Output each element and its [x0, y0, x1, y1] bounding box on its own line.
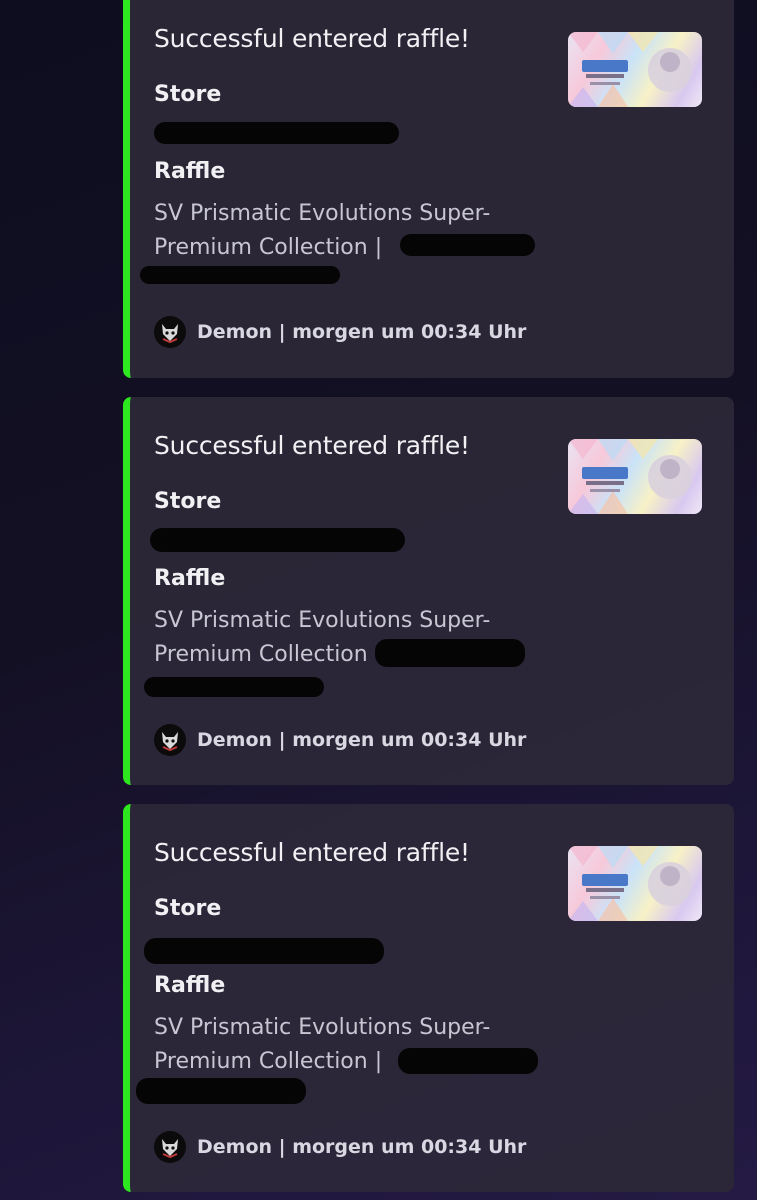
footer-text: Demon | morgen um 00:34 Uhr	[197, 321, 527, 343]
redacted-raffle-value	[375, 639, 525, 667]
raffle-field-label: Raffle	[154, 973, 226, 998]
product-thumbnail[interactable]	[568, 846, 702, 921]
raffle-embed: Successful entered raffle! Store Raffle …	[123, 804, 734, 1192]
raffle-field-label: Raffle	[154, 566, 226, 591]
redacted-store-value	[144, 938, 384, 964]
demon-avatar-icon[interactable]	[154, 724, 186, 756]
store-field-label: Store	[154, 82, 222, 107]
store-field-label: Store	[154, 896, 222, 921]
redacted-raffle-value	[398, 1048, 538, 1074]
demon-avatar-icon[interactable]	[154, 1131, 186, 1163]
raffle-embed: Successful entered raffle! Store Raffle …	[123, 397, 734, 785]
redacted-raffle-value	[136, 1078, 306, 1104]
store-field-label: Store	[154, 489, 222, 514]
redacted-raffle-value	[140, 266, 340, 284]
raffle-embed: Successful entered raffle! Store Raffle …	[123, 0, 734, 378]
redacted-raffle-value	[144, 677, 324, 697]
redacted-store-value	[154, 122, 399, 144]
redacted-raffle-value	[400, 234, 535, 256]
embed-footer: Demon | morgen um 00:34 Uhr	[154, 724, 526, 756]
embed-footer: Demon | morgen um 00:34 Uhr	[154, 316, 526, 348]
embed-title: Successful entered raffle!	[154, 431, 470, 460]
embed-title: Successful entered raffle!	[154, 24, 470, 53]
footer-text: Demon | morgen um 00:34 Uhr	[197, 729, 527, 751]
redacted-store-value	[150, 528, 405, 552]
demon-avatar-icon[interactable]	[154, 316, 186, 348]
raffle-field-label: Raffle	[154, 159, 226, 184]
footer-text: Demon | morgen um 00:34 Uhr	[197, 1136, 527, 1158]
product-thumbnail[interactable]	[568, 32, 702, 107]
product-thumbnail[interactable]	[568, 439, 702, 514]
embed-title: Successful entered raffle!	[154, 838, 470, 867]
message-feed: Successful entered raffle! Store Raffle …	[0, 0, 757, 1200]
embed-footer: Demon | morgen um 00:34 Uhr	[154, 1131, 526, 1163]
